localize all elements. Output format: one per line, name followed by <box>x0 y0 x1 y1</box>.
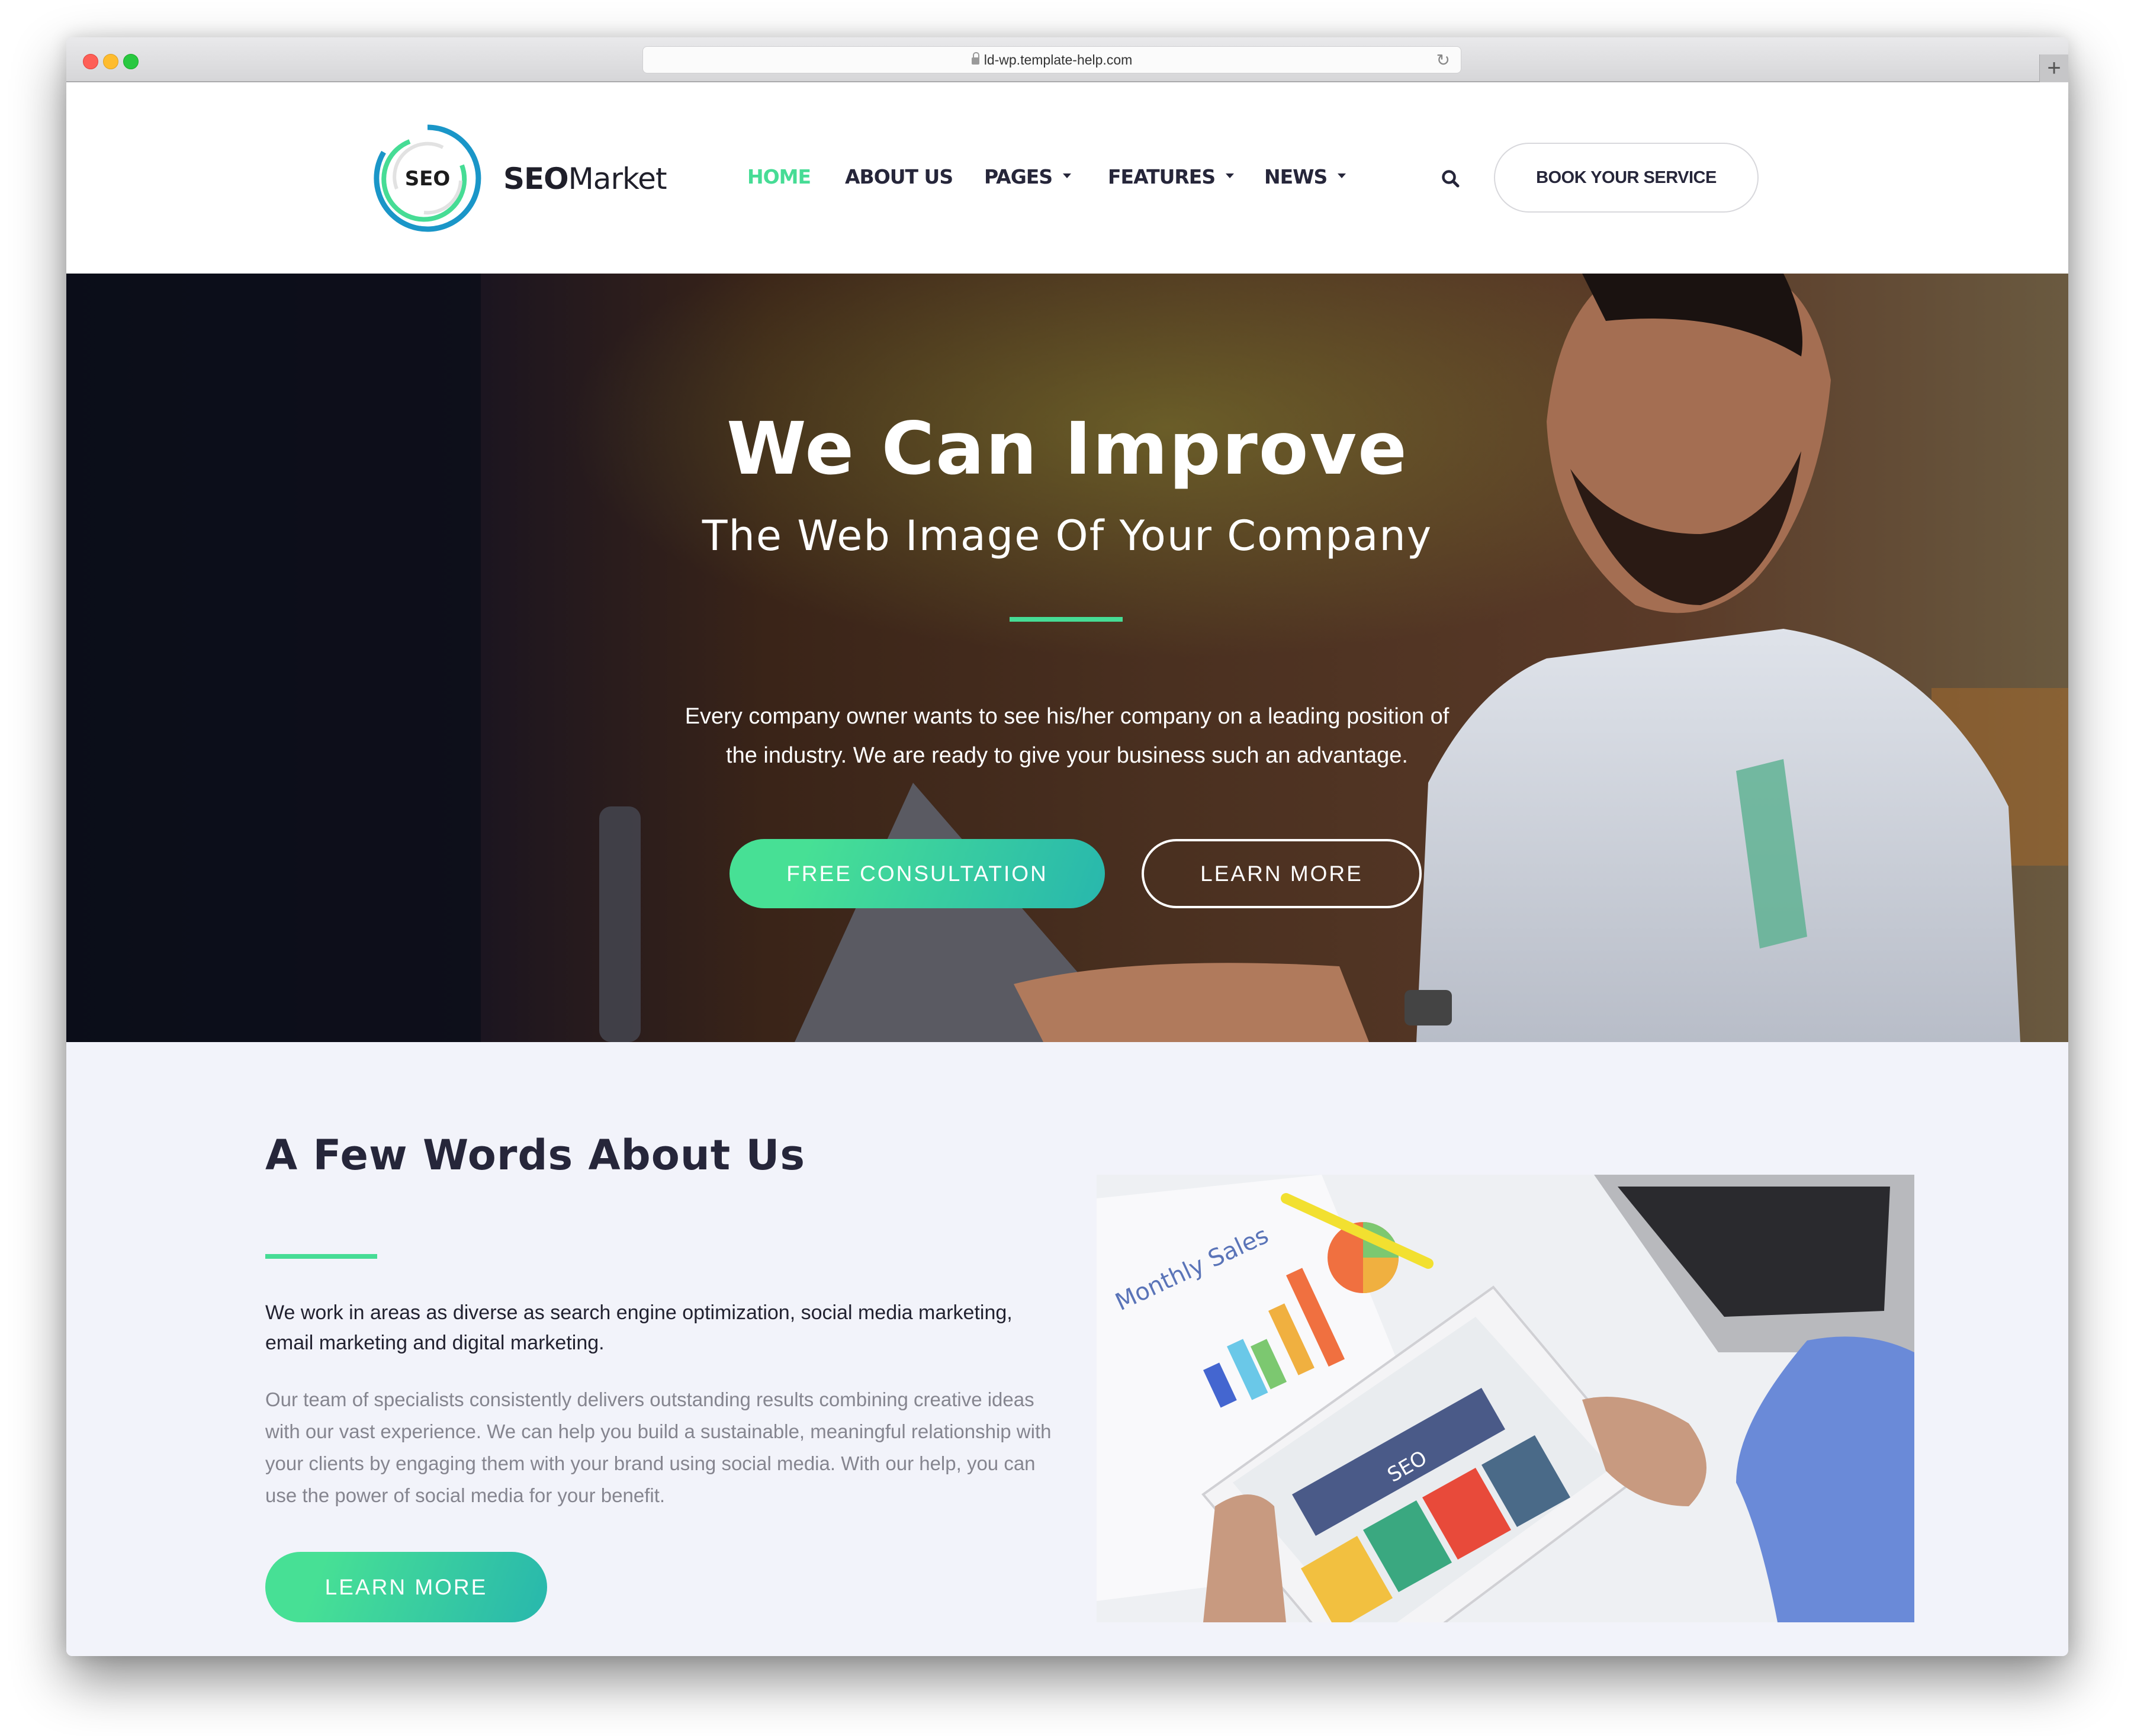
about-section: A Few Words About Us We work in areas as… <box>66 1042 2068 1656</box>
zoom-window-button[interactable] <box>123 54 139 69</box>
chevron-down-icon <box>1063 173 1072 178</box>
about-divider <box>265 1254 377 1259</box>
about-title: A Few Words About Us <box>265 1131 806 1179</box>
chevron-down-icon <box>1226 173 1235 178</box>
hero-subtitle: The Web Image Of Your Company <box>702 512 1433 560</box>
hero-section: We Can Improve The Web Image Of Your Com… <box>66 274 2068 1042</box>
nav-news-label: NEWS <box>1264 165 1328 188</box>
address-bar[interactable]: ld-wp.template-help.com ↻ <box>642 46 1461 73</box>
book-service-button[interactable]: BOOK YOUR SERVICE <box>1494 143 1759 213</box>
browser-toolbar: ld-wp.template-help.com ↻ + <box>66 37 2068 82</box>
about-body-text: Our team of specialists consistently del… <box>265 1388 1052 1506</box>
new-tab-button[interactable]: + <box>2039 54 2068 82</box>
minimize-window-button[interactable] <box>103 54 118 69</box>
hero-content: We Can Improve The Web Image Of Your Com… <box>66 274 2068 1042</box>
brand-bold: SEO <box>503 162 569 196</box>
nav-about-label: ABOUT US <box>845 165 953 188</box>
chevron-down-icon <box>1338 173 1346 178</box>
nav-home-label: HOME <box>747 165 811 188</box>
free-consultation-button[interactable]: FREE CONSULTATION <box>729 839 1105 908</box>
about-lead-text: We work in areas as diverse as search en… <box>265 1301 1013 1354</box>
hero-divider <box>1010 617 1123 622</box>
nav-pages-label: PAGES <box>984 165 1053 188</box>
hero-description: Every company owner wants to see his/her… <box>684 704 1450 768</box>
brand-light: Market <box>568 162 667 196</box>
about-image: Monthly Sales SEO <box>1097 1175 1914 1622</box>
nav-features-label: FEATURES <box>1108 165 1216 188</box>
logo-badge-text: SEO <box>405 167 451 191</box>
nav-features[interactable]: FEATURES <box>1108 165 1235 188</box>
logo-icon[interactable]: SEO <box>373 124 482 233</box>
nav-home[interactable]: HOME <box>747 165 811 188</box>
hero-title: We Can Improve <box>727 407 1408 491</box>
nav-news[interactable]: NEWS <box>1264 165 1346 188</box>
lock-icon <box>971 52 979 65</box>
nav-about-us[interactable]: ABOUT US <box>845 165 953 188</box>
site-header: SEO SEOMarket HOME ABOUT US PAGES FEATUR… <box>66 82 2068 274</box>
reload-icon[interactable]: ↻ <box>1436 50 1450 70</box>
close-window-button[interactable] <box>83 54 98 69</box>
hero-learn-more-button[interactable]: LEARN MORE <box>1142 839 1422 908</box>
about-learn-more-button[interactable]: LEARN MORE <box>265 1552 547 1622</box>
url-text: ld-wp.template-help.com <box>984 52 1133 67</box>
brand-name[interactable]: SEOMarket <box>503 162 667 196</box>
search-icon[interactable] <box>1441 169 1460 188</box>
browser-window: ld-wp.template-help.com ↻ + SEO SEOMarke… <box>66 37 2068 1656</box>
seo-tablet-illustration: Monthly Sales SEO <box>1097 1175 1914 1622</box>
plus-icon: + <box>2047 55 2061 81</box>
nav-pages[interactable]: PAGES <box>984 165 1072 188</box>
